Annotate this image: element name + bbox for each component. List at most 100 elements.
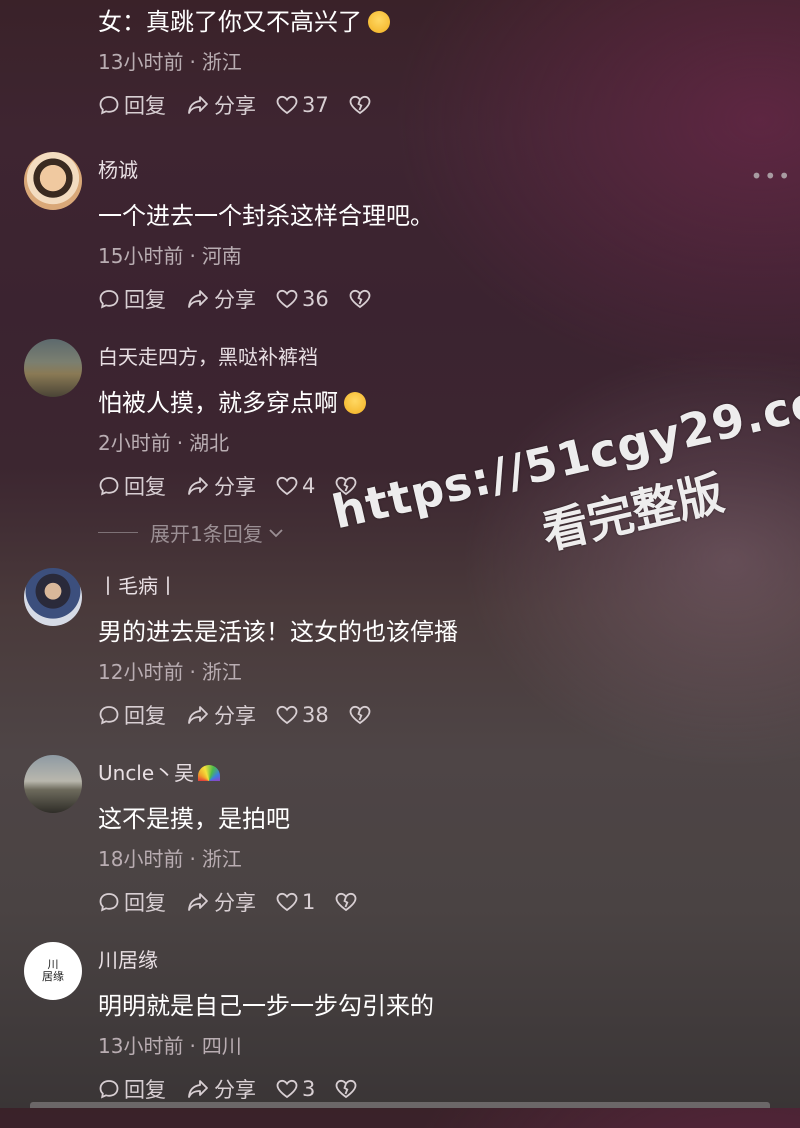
comment-bubble-icon bbox=[99, 477, 119, 496]
dislike-button[interactable] bbox=[335, 476, 361, 496]
like-button[interactable]: 37 bbox=[276, 93, 329, 117]
comment-item: 女：真跳了你又不高兴了 13小时前 · 浙江 回复 分享 37 bbox=[0, 0, 800, 144]
dislike-button[interactable] bbox=[349, 705, 375, 725]
broken-heart-icon bbox=[349, 289, 371, 309]
like-count: 4 bbox=[302, 474, 316, 498]
expand-replies-label: 展开1条回复 bbox=[150, 522, 263, 546]
comment-meta: 18小时前 · 浙江 bbox=[98, 847, 242, 871]
avatar[interactable] bbox=[24, 755, 82, 813]
reply-button[interactable]: 回复 bbox=[98, 471, 166, 501]
share-arrow-icon bbox=[188, 477, 208, 495]
comment-actions: 回复 分享 1 bbox=[98, 887, 381, 917]
share-label: 分享 bbox=[214, 288, 256, 312]
username[interactable]: 白天走四方，黑哒补裤裆 bbox=[98, 341, 318, 370]
heart-icon bbox=[276, 476, 298, 496]
broken-heart-icon bbox=[335, 1079, 357, 1099]
reply-button[interactable]: 回复 bbox=[98, 887, 166, 917]
comment-meta: 13小时前 · 四川 bbox=[98, 1034, 242, 1058]
comment-text: 女：真跳了你又不高兴了 bbox=[98, 2, 390, 37]
share-label: 分享 bbox=[214, 1078, 256, 1102]
comment-actions: 回复 分享 38 bbox=[98, 700, 395, 730]
heart-icon bbox=[276, 892, 298, 912]
like-count: 36 bbox=[302, 287, 329, 311]
comment-actions: 回复 分享 3 bbox=[98, 1074, 381, 1104]
avatar[interactable] bbox=[24, 152, 82, 210]
share-label: 分享 bbox=[214, 704, 256, 728]
comment-text: 男的进去是活该！这女的也该停播 bbox=[98, 618, 458, 646]
avatar[interactable] bbox=[24, 339, 82, 397]
bottom-input-bar[interactable] bbox=[30, 1102, 770, 1108]
comment-bubble-icon bbox=[99, 893, 119, 912]
comment-actions: 回复 分享 36 bbox=[98, 284, 395, 314]
face-emoji-icon bbox=[368, 11, 390, 33]
more-options-button[interactable]: ••• bbox=[751, 164, 792, 188]
dislike-button[interactable] bbox=[335, 1079, 361, 1099]
like-button[interactable]: 38 bbox=[276, 703, 329, 727]
comment-text: 这不是摸，是拍吧 bbox=[98, 805, 290, 833]
share-button[interactable]: 分享 bbox=[186, 1074, 256, 1104]
reply-button[interactable]: 回复 bbox=[98, 284, 166, 314]
share-arrow-icon bbox=[188, 1080, 208, 1098]
share-label: 分享 bbox=[214, 891, 256, 915]
chevron-down-icon bbox=[269, 528, 283, 537]
username[interactable]: 杨诚 bbox=[98, 154, 138, 183]
username[interactable]: 丨毛病丨 bbox=[98, 570, 178, 599]
comment-item: 杨诚 ••• 一个进去一个封杀这样合理吧。 15小时前 · 河南 回复 分享 36 bbox=[0, 152, 800, 338]
username[interactable]: 川居缘 bbox=[98, 944, 158, 973]
reply-label: 回复 bbox=[124, 475, 166, 499]
comment-bubble-icon bbox=[99, 96, 119, 115]
rainbow-emoji-icon bbox=[198, 765, 221, 781]
comment-meta: 12小时前 · 浙江 bbox=[98, 660, 242, 684]
comment-bubble-icon bbox=[99, 1080, 119, 1099]
share-button[interactable]: 分享 bbox=[186, 90, 256, 120]
reply-label: 回复 bbox=[124, 891, 166, 915]
share-button[interactable]: 分享 bbox=[186, 284, 256, 314]
share-label: 分享 bbox=[214, 94, 256, 118]
dislike-button[interactable] bbox=[335, 892, 361, 912]
like-button[interactable]: 4 bbox=[276, 474, 315, 498]
avatar-logo-text: 川 居缘 bbox=[42, 958, 64, 983]
reply-label: 回复 bbox=[124, 704, 166, 728]
heart-icon bbox=[276, 95, 298, 115]
broken-heart-icon bbox=[335, 892, 357, 912]
expand-replies-button[interactable]: 展开1条回复 bbox=[98, 518, 285, 547]
share-arrow-icon bbox=[188, 290, 208, 308]
reply-label: 回复 bbox=[124, 288, 166, 312]
comment-bubble-icon bbox=[99, 706, 119, 725]
broken-heart-icon bbox=[335, 476, 357, 496]
like-count: 1 bbox=[302, 890, 316, 914]
share-button[interactable]: 分享 bbox=[186, 471, 256, 501]
comment-actions: 回复 分享 37 bbox=[98, 90, 395, 120]
reply-button[interactable]: 回复 bbox=[98, 1074, 166, 1104]
like-button[interactable]: 36 bbox=[276, 287, 329, 311]
reply-button[interactable]: 回复 bbox=[98, 700, 166, 730]
share-button[interactable]: 分享 bbox=[186, 887, 256, 917]
reply-button[interactable]: 回复 bbox=[98, 90, 166, 120]
comment-actions: 回复 分享 4 bbox=[98, 471, 381, 501]
like-count: 3 bbox=[302, 1077, 316, 1101]
username[interactable]: Uncle丶吴 bbox=[98, 757, 221, 786]
avatar[interactable] bbox=[24, 568, 82, 626]
heart-icon bbox=[276, 705, 298, 725]
comment-meta: 13小时前 · 浙江 bbox=[98, 50, 242, 74]
like-count: 38 bbox=[302, 703, 329, 727]
share-arrow-icon bbox=[188, 96, 208, 114]
avatar[interactable]: 川 居缘 bbox=[24, 942, 82, 1000]
heart-icon bbox=[276, 289, 298, 309]
comment-item: Uncle丶吴 这不是摸，是拍吧 18小时前 · 浙江 回复 分享 1 bbox=[0, 755, 800, 941]
like-count: 37 bbox=[302, 93, 329, 117]
comment-item: 川 居缘 川居缘 明明就是自己一步一步勾引来的 13小时前 · 四川 回复 分享 3 bbox=[0, 942, 800, 1128]
like-button[interactable]: 1 bbox=[276, 890, 315, 914]
laughing-emoji-icon bbox=[344, 392, 366, 414]
like-button[interactable]: 3 bbox=[276, 1077, 315, 1101]
comment-text: 明明就是自己一步一步勾引来的 bbox=[98, 992, 434, 1020]
broken-heart-icon bbox=[349, 95, 371, 115]
share-arrow-icon bbox=[188, 706, 208, 724]
share-label: 分享 bbox=[214, 475, 256, 499]
dislike-button[interactable] bbox=[349, 289, 375, 309]
heart-icon bbox=[276, 1079, 298, 1099]
dislike-button[interactable] bbox=[349, 95, 375, 115]
reply-label: 回复 bbox=[124, 94, 166, 118]
comment-item: 丨毛病丨 男的进去是活该！这女的也该停播 12小时前 · 浙江 回复 分享 38 bbox=[0, 568, 800, 754]
share-button[interactable]: 分享 bbox=[186, 700, 256, 730]
